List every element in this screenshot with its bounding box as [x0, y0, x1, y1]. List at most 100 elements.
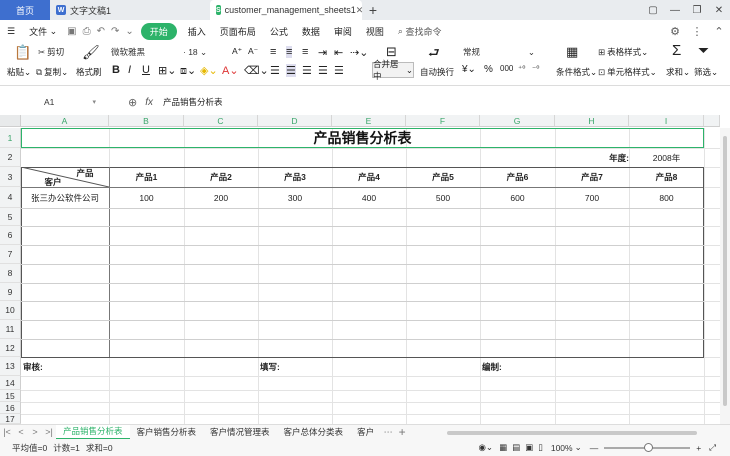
fullscreen-icon[interactable]: ⤢ — [709, 442, 716, 453]
sheet-tab-customer-classification[interactable]: 客户总体分类表 — [277, 425, 351, 440]
outdent-icon[interactable]: ⇤ — [334, 46, 343, 59]
column-header[interactable]: A — [21, 115, 109, 127]
row-header[interactable]: 10 — [0, 301, 21, 320]
decrease-decimal-icon[interactable]: ⁻⁰ — [532, 64, 539, 73]
sales-value-cell[interactable]: 400 — [332, 187, 406, 208]
page-break-view-icon[interactable]: ▣ — [525, 442, 533, 453]
column-header[interactable]: F — [406, 115, 480, 127]
chevron-down-icon[interactable]: ▾ — [92, 98, 96, 106]
more-icon[interactable]: ⋮ — [686, 25, 708, 38]
product-header-cell[interactable]: 产品1 — [109, 167, 184, 187]
cut-button[interactable]: ✂ 剪切 — [38, 46, 64, 58]
align-right-icon[interactable]: ☰ — [302, 64, 312, 77]
vertical-scrollbar[interactable] — [720, 128, 730, 424]
undo-icon[interactable]: ↶ — [94, 26, 108, 37]
text-direction-icon[interactable]: ⇢⌄ — [350, 46, 368, 59]
table-style-button[interactable]: ⊞ 表格样式 ⌄ — [598, 46, 648, 58]
copy-button[interactable]: ⧉ 复制 ⌄ — [36, 66, 68, 78]
window-mode-icon[interactable]: ▢ — [642, 5, 664, 16]
product-header-cell[interactable]: 产品8 — [629, 167, 704, 187]
fill-label[interactable]: 填写: — [260, 357, 320, 376]
product-header-cell[interactable]: 产品3 — [258, 167, 332, 187]
align-left-icon[interactable]: ☰ — [270, 64, 280, 77]
column-header[interactable]: E — [332, 115, 406, 127]
row-header[interactable]: 13 — [0, 357, 21, 376]
decrease-font-icon[interactable]: A⁻ — [248, 46, 258, 57]
underline-icon[interactable]: U — [142, 64, 150, 76]
align-center-icon[interactable]: ☰ — [286, 64, 296, 77]
year-value[interactable]: 2008年 — [629, 148, 704, 167]
fill-style-icon[interactable]: ⧈⌄ — [180, 64, 196, 78]
sum-button[interactable]: 求和 ⌄ — [666, 66, 690, 78]
align-top-icon[interactable]: ≡ — [270, 46, 276, 58]
menu-view[interactable]: 视图 — [359, 25, 391, 38]
conditional-format-icon[interactable]: ▦ — [566, 44, 578, 60]
page-layout-view-icon[interactable]: ▤ — [512, 442, 520, 453]
first-sheet-icon[interactable]: |< — [0, 427, 14, 437]
product-header-cell[interactable]: 产品4 — [332, 167, 406, 187]
hamburger-menu-icon[interactable]: ☰ — [0, 26, 22, 37]
row-header[interactable]: 7 — [0, 245, 21, 264]
wrap-text-button[interactable]: 自动换行 — [420, 66, 454, 78]
tab-home[interactable]: 首页 — [0, 0, 50, 20]
menu-review[interactable]: 审阅 — [327, 25, 359, 38]
sheet-tab-product-sales[interactable]: 产品销售分析表 — [56, 424, 130, 440]
quick-access-dropdown-icon[interactable]: ⌄ — [122, 26, 136, 37]
zoom-in-icon[interactable]: + — [696, 443, 701, 453]
restore-icon[interactable]: ❐ — [686, 5, 708, 16]
sales-value-cell[interactable]: 200 — [184, 187, 258, 208]
customer-name-cell[interactable]: 张三办公软件公司 — [21, 187, 109, 208]
row-header[interactable]: 3 — [0, 167, 21, 187]
brush-icon[interactable]: 🖌 — [82, 44, 100, 61]
format-painter-button[interactable]: 格式刷 — [76, 66, 102, 78]
row-header[interactable]: 5 — [0, 208, 21, 226]
more-sheets-icon[interactable]: ⋯ — [381, 427, 395, 438]
next-sheet-icon[interactable]: > — [28, 427, 42, 437]
column-header[interactable]: D — [258, 115, 332, 127]
wrap-icon[interactable]: ⮐ — [428, 44, 440, 66]
sales-value-cell[interactable]: 300 — [258, 187, 332, 208]
product-header-cell[interactable]: 产品2 — [184, 167, 258, 187]
sales-value-cell[interactable]: 500 — [406, 187, 480, 208]
column-header[interactable]: B — [109, 115, 184, 127]
row-header[interactable]: 15 — [0, 390, 21, 402]
last-sheet-icon[interactable]: >| — [42, 427, 56, 437]
sales-value-cell[interactable]: 100 — [109, 187, 184, 208]
sheet-tab-customer-more[interactable]: 客户 — [350, 425, 381, 440]
print-icon[interactable]: ⎙ — [80, 26, 94, 37]
year-label[interactable]: 年度: — [595, 148, 629, 167]
tab-spreadsheet[interactable]: S customer_management_sheets1 ✕ — [210, 0, 363, 20]
vertical-scroll-thumb[interactable] — [723, 136, 727, 406]
minimize-icon[interactable]: — — [664, 5, 686, 16]
row-header[interactable]: 11 — [0, 320, 21, 339]
name-box[interactable]: A1 ▾ — [0, 94, 100, 110]
percent-icon[interactable]: % — [484, 64, 493, 75]
paste-icon[interactable]: 📋 — [14, 44, 31, 61]
justify-icon[interactable]: ☰ — [318, 64, 328, 77]
search-command[interactable]: ⌕ 查找命令 — [391, 25, 449, 38]
border-icon[interactable]: ⊞⌄ — [158, 64, 176, 77]
row-header[interactable]: 2 — [0, 148, 21, 167]
column-header[interactable]: G — [480, 115, 555, 127]
menu-file[interactable]: 文件 ⌄ — [22, 25, 64, 38]
sum-icon[interactable]: Σ — [672, 42, 681, 59]
currency-icon[interactable]: ¥⌄ — [462, 64, 476, 75]
compile-label[interactable]: 编制: — [482, 357, 542, 376]
row-header[interactable]: 14 — [0, 376, 21, 390]
save-icon[interactable]: ▣ — [64, 26, 79, 37]
formula-input[interactable]: 产品销售分析表 — [163, 96, 223, 108]
row-header[interactable]: 9 — [0, 283, 21, 301]
column-header[interactable]: H — [555, 115, 629, 127]
select-all-corner[interactable] — [0, 115, 21, 127]
italic-icon[interactable]: I — [128, 64, 131, 76]
close-window-icon[interactable]: ✕ — [708, 5, 730, 16]
row-header[interactable]: 1 — [0, 128, 21, 148]
number-format-select[interactable]: 常规 ⌄ — [460, 45, 538, 59]
font-size-select[interactable]: · 18 ⌄ — [180, 45, 226, 59]
add-sheet-icon[interactable]: + — [395, 425, 409, 439]
sales-value-cell[interactable]: 600 — [480, 187, 555, 208]
menu-data[interactable]: 数据 — [295, 25, 327, 38]
align-middle-icon[interactable]: ≡ — [286, 46, 293, 58]
new-tab-button[interactable]: + — [362, 0, 384, 20]
distributed-icon[interactable]: ☰ — [334, 64, 344, 77]
